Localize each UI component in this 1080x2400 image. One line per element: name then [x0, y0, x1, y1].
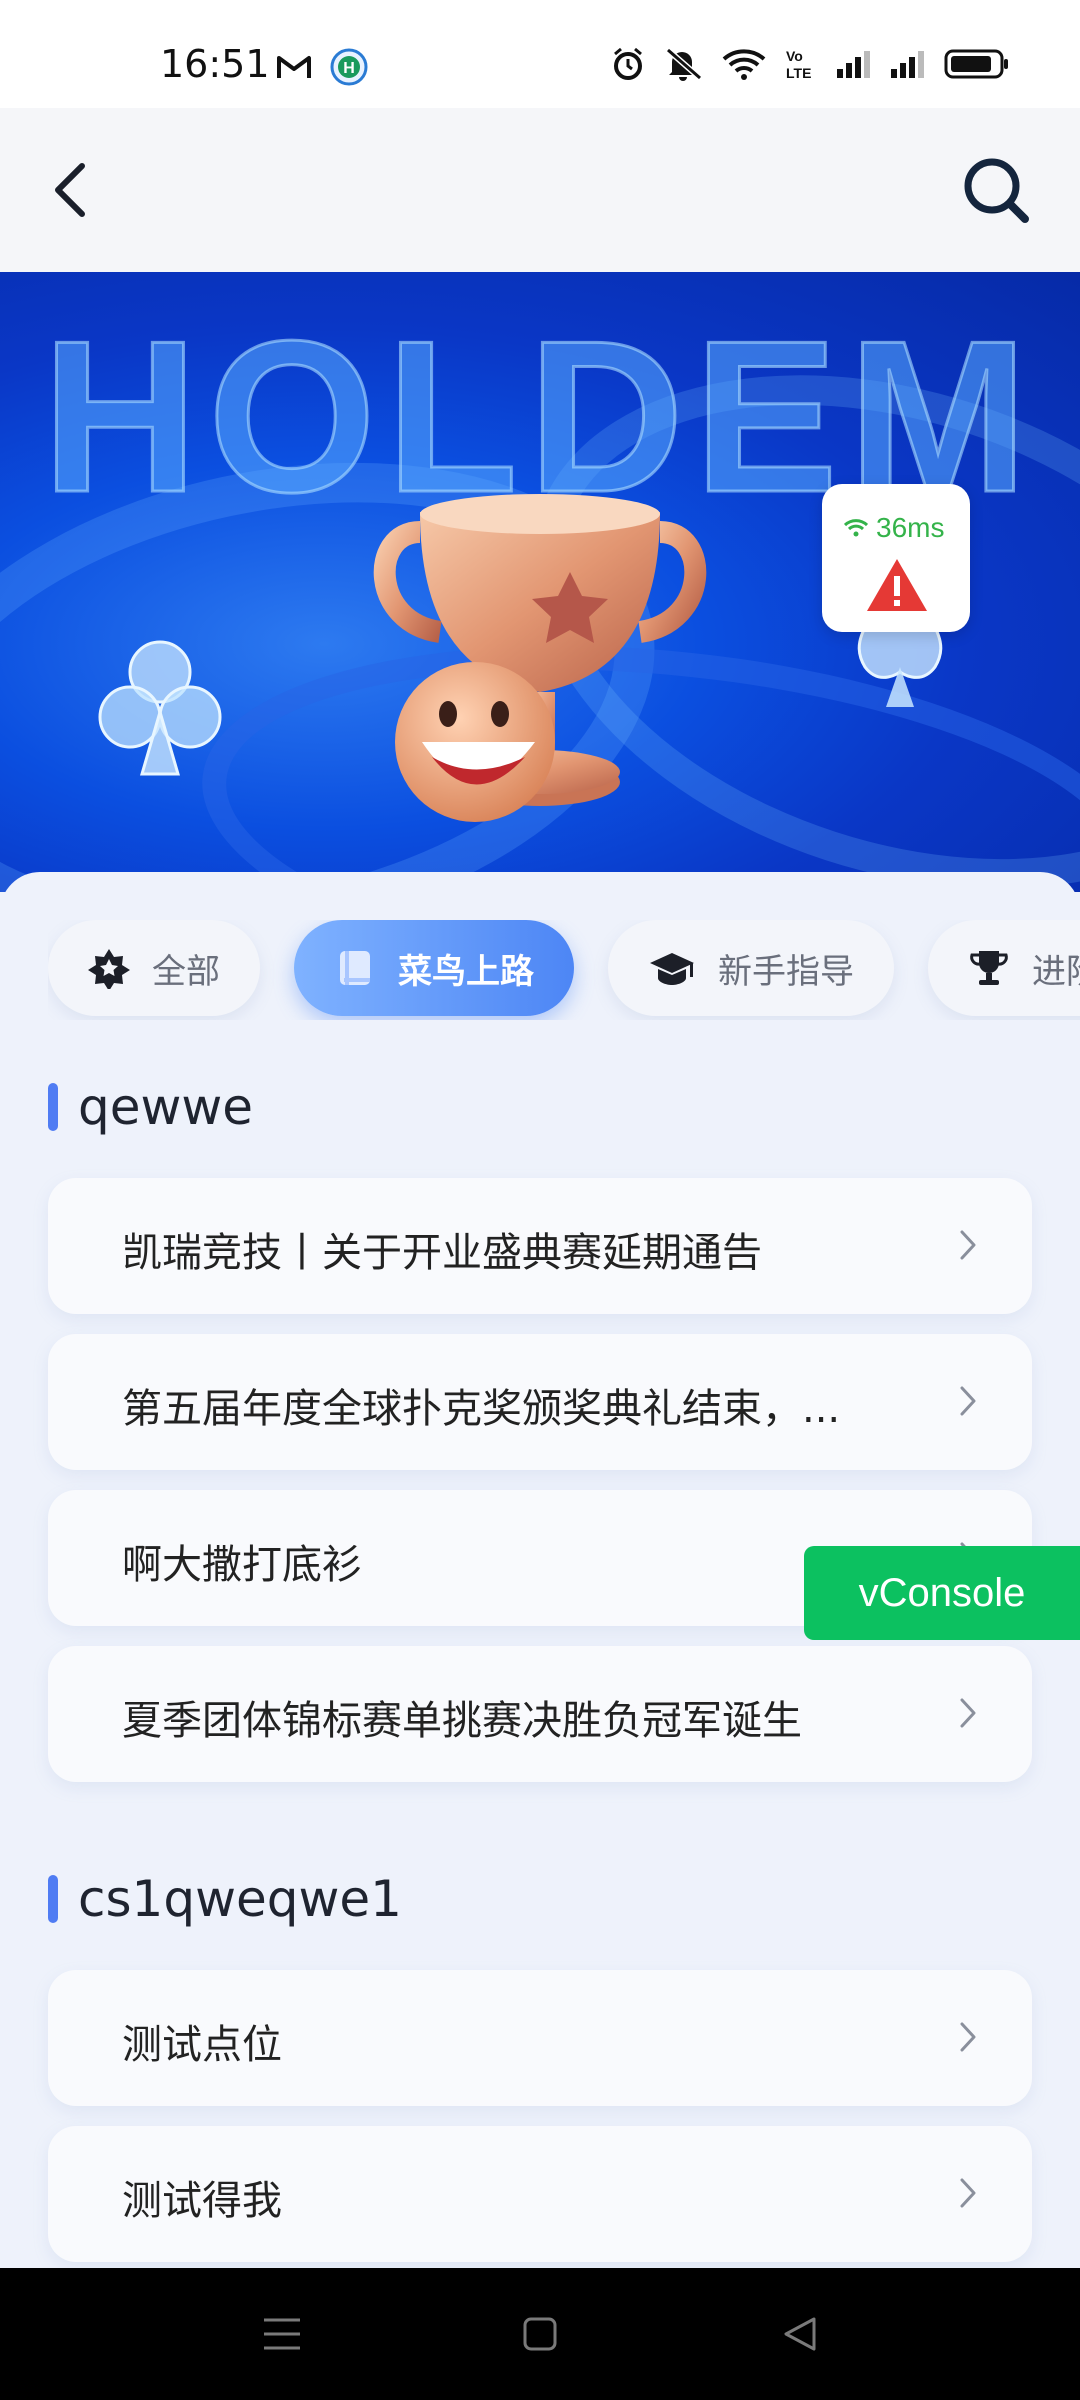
tab-label: 新手指导	[718, 951, 854, 992]
article-item[interactable]: 测试得我	[48, 2126, 1032, 2262]
gmail-icon	[276, 53, 312, 81]
svg-text:LTE: LTE	[786, 65, 811, 81]
tab-label: 菜鸟上路	[398, 951, 534, 992]
article-item[interactable]: 第五届年度全球扑克奖颁奖典礼结束，...	[48, 1334, 1032, 1470]
recent-apps-button[interactable]	[258, 2310, 306, 2358]
club-icon	[95, 632, 225, 786]
search-icon	[964, 158, 1029, 223]
tab-newbie-guide[interactable]: 新手指导	[608, 920, 894, 1016]
app-h-icon: H	[330, 48, 368, 86]
article-title: 测试得我	[122, 2178, 282, 2224]
volte-icon: Vo LTE	[784, 47, 818, 81]
tab-beginner-road[interactable]: 菜鸟上路	[294, 920, 574, 1016]
wifi-icon	[844, 519, 868, 537]
chevron-right-icon	[960, 2178, 976, 2208]
article-item[interactable]: 测试点位	[48, 1970, 1032, 2106]
book-icon	[340, 951, 370, 985]
top-app-bar	[0, 108, 1080, 272]
chevron-right-icon	[960, 1386, 976, 1416]
section-accent-bar	[48, 1083, 58, 1131]
svg-text:Vo: Vo	[786, 48, 803, 64]
article-title: 夏季团体锦标赛单挑赛决胜负冠军诞生	[122, 1698, 802, 1744]
system-navigation-bar	[0, 2268, 1080, 2400]
tab-all[interactable]: 全部	[48, 920, 260, 1016]
chevron-right-icon	[960, 1698, 976, 1728]
article-title: 凯瑞竞技丨关于开业盛典赛延期通告	[122, 1230, 762, 1276]
back-button[interactable]	[34, 154, 106, 226]
status-time: 16:51	[160, 42, 270, 86]
tab-advanced[interactable]: 进阶	[928, 920, 1080, 1016]
battery-icon	[944, 49, 1010, 79]
home-button[interactable]	[516, 2310, 564, 2358]
square-icon	[523, 2317, 557, 2351]
tab-label: 进阶	[1032, 951, 1080, 992]
section-title: qewwe	[78, 1078, 254, 1136]
article-item[interactable]: 凯瑞竞技丨关于开业盛典赛延期通告	[48, 1178, 1032, 1314]
trophy-icon	[970, 951, 1008, 985]
chevron-right-icon	[960, 2022, 976, 2052]
section-header: cs1qweqwe1	[48, 1870, 402, 1928]
star-badge-icon	[88, 949, 130, 989]
latency-value: 36ms	[876, 512, 945, 543]
chevron-right-icon	[960, 1230, 976, 1260]
article-item[interactable]: 夏季团体锦标赛单挑赛决胜负冠军诞生	[48, 1646, 1032, 1782]
chevron-left-icon	[55, 163, 85, 217]
signal-icon	[890, 49, 926, 79]
status-bar: 16:51 H Vo LTE	[0, 0, 1080, 108]
network-latency-widget[interactable]: 36ms	[822, 484, 970, 632]
signal-icon	[836, 49, 872, 79]
tab-label: 全部	[152, 951, 220, 992]
section-accent-bar	[48, 1875, 58, 1923]
section-header: qewwe	[48, 1078, 253, 1136]
vconsole-label: vConsole	[858, 1570, 1026, 1615]
menu-icon	[264, 2318, 300, 2350]
svg-text:H: H	[343, 60, 355, 77]
vconsole-button[interactable]: vConsole	[804, 1546, 1080, 1640]
graduation-cap-icon	[650, 953, 694, 985]
back-nav-button[interactable]	[776, 2310, 824, 2358]
wifi-icon	[722, 47, 766, 81]
search-button[interactable]	[956, 150, 1036, 230]
triangle-back-icon	[784, 2317, 816, 2351]
mute-icon	[664, 46, 704, 82]
article-title: 测试点位	[122, 2022, 282, 2068]
alarm-icon	[610, 46, 646, 82]
warning-icon	[864, 556, 930, 618]
article-title: 第五届年度全球扑克奖颁奖典礼结束，...	[122, 1386, 841, 1432]
promo-banner[interactable]: HOLDEM 36ms	[0, 272, 1080, 892]
section-title: cs1qweqwe1	[78, 1870, 402, 1928]
article-title: 啊大撒打底衫	[122, 1542, 362, 1588]
trophy-illustration	[360, 452, 720, 876]
category-tabs: 全部 菜鸟上路 新手指导 进阶	[48, 920, 1080, 1020]
